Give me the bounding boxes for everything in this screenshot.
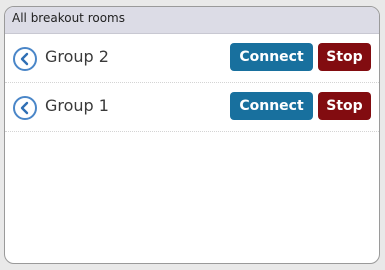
panel-header: All breakout rooms bbox=[5, 7, 379, 34]
room-row-group-2: Group 2 Connect Stop bbox=[5, 34, 379, 83]
breakout-rooms-panel: All breakout rooms Group 2 Connect Stop bbox=[4, 6, 380, 264]
breakout-rooms-window: All breakout rooms Group 2 Connect Stop bbox=[0, 0, 385, 270]
chevron-left-glyph bbox=[20, 52, 29, 66]
stop-button[interactable]: Stop bbox=[318, 92, 371, 120]
chevron-left-circle-icon[interactable] bbox=[13, 96, 37, 120]
stop-button[interactable]: Stop bbox=[318, 43, 371, 71]
room-name: Group 1 bbox=[45, 96, 109, 115]
room-name: Group 2 bbox=[45, 47, 109, 66]
panel-title: All breakout rooms bbox=[12, 11, 125, 25]
room-list: Group 2 Connect Stop Group 1 Connect Sto… bbox=[5, 34, 379, 132]
connect-button[interactable]: Connect bbox=[230, 43, 313, 71]
connect-button[interactable]: Connect bbox=[230, 92, 313, 120]
chevron-left-glyph bbox=[20, 101, 29, 115]
chevron-left-circle-icon[interactable] bbox=[13, 47, 37, 71]
room-row-group-1: Group 1 Connect Stop bbox=[5, 83, 379, 132]
